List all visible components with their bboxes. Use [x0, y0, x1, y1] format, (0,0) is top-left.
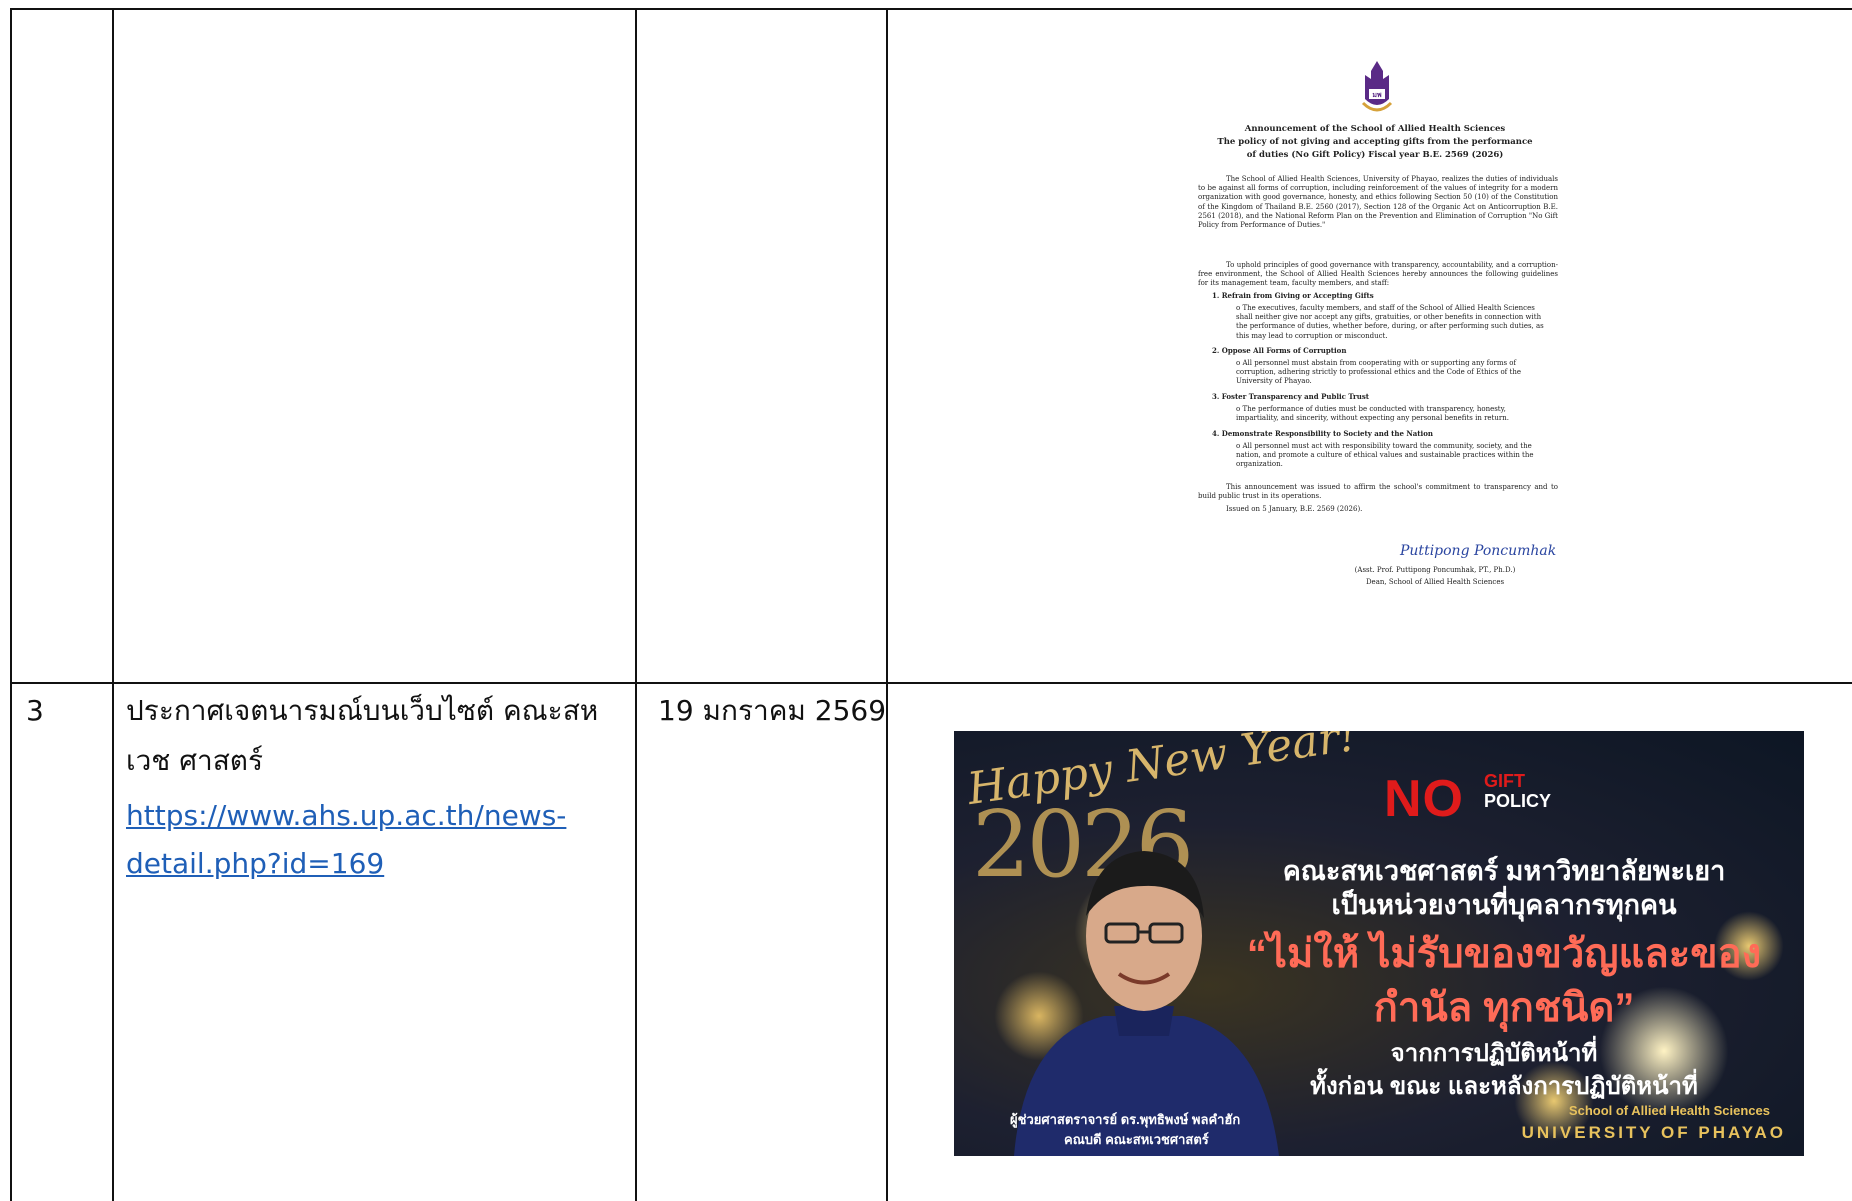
announcement-link-line[interactable]: https://www.ahs.up.ac.th/news- [126, 792, 626, 840]
announcement-item-title: 1. Refrain from Giving or Accepting Gift… [1212, 291, 1374, 300]
banner-line-unit: เป็นหน่วยงานที่บุคลากรทุกคน [1331, 890, 1677, 920]
announcement-title: ประกาศเจตนารมณ์บนเว็บไซต์ คณะสหเวช ศาสตร… [126, 694, 599, 777]
col-border-title [635, 8, 637, 1201]
announcement-item-title: 2. Oppose All Forms of Corruption [1212, 346, 1347, 355]
banner-line-timing: ทั้งก่อน ขณะ และหลังการปฏิบัติหน้าที่ [1310, 1073, 1698, 1100]
announcement-header: Announcement of the School of Allied Hea… [1190, 123, 1560, 162]
dean-caption-name: ผู้ช่วยศาสตราจารย์ ดร.พุทธิพงษ์ พลคำฮัก [1010, 1112, 1241, 1127]
banner-school-name: School of Allied Health Sciences [1568, 1103, 1770, 1118]
announcement-paragraph: The School of Allied Health Sciences, Un… [1198, 175, 1558, 230]
banner-quote: “ไม่ให้ ไม่รับของขวัญและของกำนัล ทุกชนิด… [1246, 932, 1762, 1030]
announcement-item-title: 4. Demonstrate Responsibility to Society… [1212, 429, 1433, 438]
row-divider [10, 682, 1852, 684]
university-logo-icon: มพ [1361, 61, 1393, 112]
announcement-document: มพ Announcement of the School of Allied … [1190, 55, 1560, 635]
policy-text: POLICY [1484, 791, 1552, 811]
announcement-closing: This announcement was issued to affirm t… [1198, 483, 1558, 501]
dean-signature: Puttipong Poncumhak [1400, 543, 1557, 559]
announcement-paragraph: To uphold principles of good governance … [1198, 261, 1558, 288]
announcement-item-title: 3. Foster Transparency and Public Trust [1212, 392, 1370, 401]
table-top-border [10, 8, 1852, 10]
announcement-item-body: o All personnel must act with responsibi… [1236, 442, 1534, 469]
announcement-issued-date: Issued on 5 January, B.E. 2569 (2026). [1226, 505, 1363, 513]
svg-text:มพ: มพ [1372, 91, 1382, 99]
col-border-date [886, 8, 888, 1201]
announcement-item-body: o The executives, faculty members, and s… [1236, 304, 1544, 340]
announcement-header-line: Announcement of the School of Allied Hea… [1244, 124, 1506, 134]
no-text: NO [1384, 770, 1464, 828]
announcement-header-line: The policy of not giving and accepting g… [1217, 137, 1533, 147]
no-gift-policy-banner: Happy New Year! 2026 NO GIFT POLICY คณะส… [954, 731, 1804, 1156]
dean-caption-title: คณบดี คณะสหเวชศาสตร์ [1064, 1132, 1209, 1147]
announcement-item-body: o The performance of duties must be cond… [1236, 405, 1509, 423]
gift-text: GIFT [1484, 771, 1525, 791]
announcement-date: 19 มกราคม 2569 [658, 694, 887, 727]
signer-title: Dean, School of Allied Health Sciences [1365, 578, 1505, 586]
announcement-link-line[interactable]: detail.php?id=169 [126, 840, 626, 888]
announcement-link[interactable]: https://www.ahs.up.ac.th/news- detail.ph… [126, 792, 626, 888]
gift-policy-logo: GIFT POLICY [1484, 771, 1551, 811]
announcement-header-line: of duties (No Gift Policy) Fiscal year B… [1246, 150, 1504, 160]
col-border-number [112, 8, 114, 1201]
col-border-left [10, 8, 12, 1201]
banner-university-name: UNIVERSITY OF PHAYAO [1521, 1123, 1786, 1142]
announcement-item-body: o All personnel must abstain from cooper… [1236, 359, 1521, 386]
row-number: 3 [26, 694, 44, 727]
signer-name: (Asst. Prof. Puttipong Poncumhak, PT., P… [1354, 566, 1516, 574]
